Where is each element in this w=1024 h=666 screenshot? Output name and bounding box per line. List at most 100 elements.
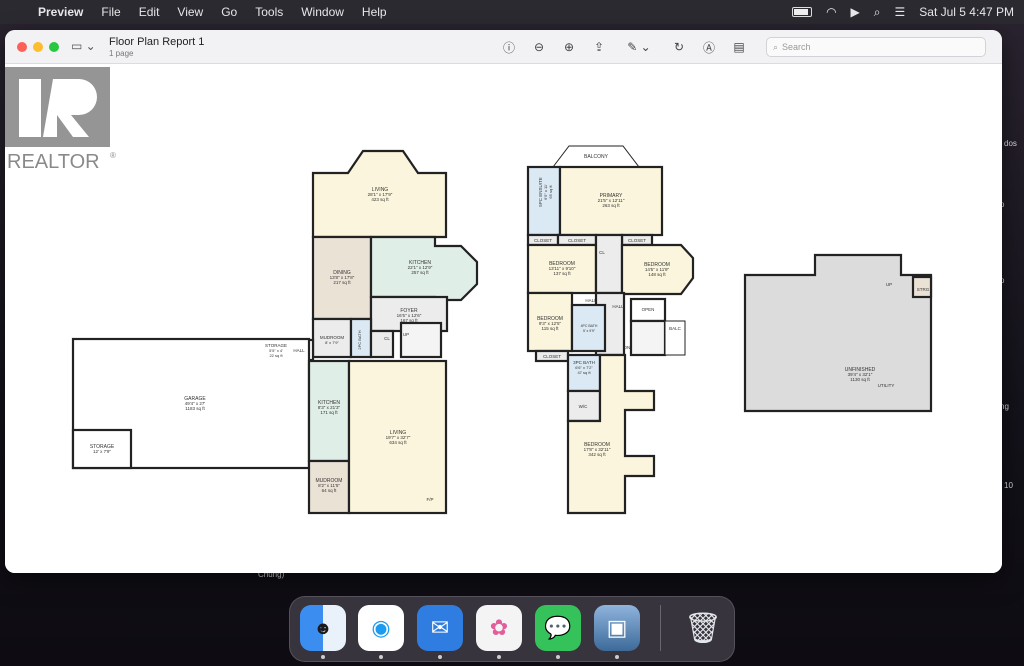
menu-preview[interactable]: Preview [38, 5, 83, 19]
room-label: 47 sq ft [577, 370, 591, 375]
markup-pen-icon[interactable]: ✎ ⌄ [619, 37, 659, 57]
minimize-button[interactable] [33, 42, 43, 52]
spotlight-icon[interactable]: ⌕ [874, 5, 881, 20]
room-label: 263 sq ft [602, 203, 620, 208]
menu-bar: Preview File Edit View Go Tools Window H… [0, 0, 1024, 24]
trash-icon[interactable]: 🗑 [680, 605, 726, 651]
room-label: UP [886, 282, 892, 287]
document-canvas[interactable]: LIVING 28'1" x 17'9" 423 sq ft DINING 13'8" … [5, 64, 1002, 573]
room-unfinished [743, 253, 933, 413]
form-fill-icon[interactable]: ▤ [729, 37, 749, 57]
zoom-out-icon[interactable]: ⊖ [529, 37, 549, 57]
room-label: UTILITY [878, 383, 895, 388]
room-closet-main [369, 329, 395, 359]
zoom-button[interactable] [49, 42, 59, 52]
share-icon[interactable]: ⇪ [589, 37, 609, 57]
room-label: 634 sq ft [389, 440, 407, 445]
menu-file[interactable]: File [101, 5, 120, 19]
running-indicator [438, 655, 442, 659]
room-label: 8' x 7'9" [325, 340, 339, 345]
room-label: UP [403, 332, 409, 337]
menu-view[interactable]: View [177, 5, 203, 19]
room-label: HALL [293, 348, 305, 353]
messages-icon[interactable]: 💬 [535, 605, 581, 651]
floor-plan: LIVING28'1" x 17'9"423 sq ftDINING13'8" … [71, 145, 933, 515]
room-label: HALL [612, 304, 624, 309]
room-label: HALL [585, 298, 597, 303]
preview-icon[interactable]: ▣ [594, 605, 640, 651]
info-icon[interactable]: ⓘ [499, 37, 519, 57]
room-label: 423 sq ft [371, 197, 389, 202]
battery-icon[interactable] [792, 7, 813, 17]
document-title: Floor Plan Report 1 [109, 36, 205, 48]
room-label: W/C [579, 404, 588, 409]
running-indicator [321, 655, 325, 659]
rotate-icon[interactable]: ↻ [669, 37, 689, 57]
background-text: 10 [1004, 481, 1013, 490]
room-label: 171 sq ft [320, 410, 338, 415]
finder-icon[interactable]: ☻ [300, 605, 346, 651]
room-cl-upper [594, 233, 624, 295]
room-label: 65 sq ft [548, 185, 553, 199]
room-stairs-upper [629, 319, 667, 357]
menu-help[interactable]: Help [362, 5, 387, 19]
preview-window: ▭ ⌄ Floor Plan Report 1 1 page ⓘ ⊖ ⊕ ⇪ ✎… [5, 30, 1002, 573]
svg-text:REALTOR: REALTOR [7, 151, 100, 173]
background-text: dos [1004, 139, 1017, 148]
control-center-icon[interactable]: ☰ [895, 5, 906, 19]
room-label: 12' x 7'9" [93, 449, 111, 454]
room-label: 115 sq ft [542, 326, 560, 331]
clock[interactable]: Sat Jul 5 4:47 PM [919, 5, 1014, 19]
room-label: CLOSET [628, 238, 646, 243]
room-label: 137 sq ft [553, 271, 571, 276]
sidebar-toggle-icon[interactable]: ▭ ⌄ [71, 39, 96, 53]
menu-tools[interactable]: Tools [255, 5, 283, 19]
markup-icon[interactable]: Ⓐ [699, 37, 719, 57]
room-label: 5' x 9'9" [583, 329, 596, 333]
wifi-icon[interactable]: ◠ [826, 5, 836, 19]
menu-go[interactable]: Go [221, 5, 237, 19]
room-label: 64 sq ft [322, 488, 338, 493]
zoom-in-icon[interactable]: ⊕ [559, 37, 579, 57]
room-label: STRG [917, 287, 930, 292]
dock-divider [660, 605, 661, 651]
photos-icon[interactable]: ✿ [476, 605, 522, 651]
room-label: BALCONY [584, 154, 609, 160]
svg-text:®: ® [110, 151, 116, 160]
search-icon: ⌕ [773, 41, 779, 52]
room-label: CL [599, 250, 605, 255]
search-placeholder: Search [782, 42, 811, 52]
now-playing-icon[interactable]: ▶ [851, 5, 860, 19]
room-label: 167 sq ft [400, 318, 418, 323]
room-label: CL [384, 336, 390, 341]
room-label: 4PC BATH [581, 324, 598, 328]
running-indicator [497, 655, 501, 659]
room-label: CLOSET [568, 238, 586, 243]
search-field[interactable]: ⌕ Search [766, 37, 986, 57]
room-label: CLOSET [543, 354, 561, 359]
room-label: 217 sq ft [333, 280, 351, 285]
mail-icon[interactable]: ✉ [417, 605, 463, 651]
menu-window[interactable]: Window [301, 5, 344, 19]
room-stairs-main [399, 321, 443, 359]
safari-icon[interactable]: ◉ [358, 605, 404, 651]
room-label: 2PC BATH [357, 330, 362, 349]
desktop: Preview File Edit View Go Tools Window H… [0, 0, 1024, 666]
room-label: 1183 sq ft [185, 406, 205, 411]
menu-edit[interactable]: Edit [139, 5, 160, 19]
running-indicator [615, 655, 619, 659]
running-indicator [379, 655, 383, 659]
room-label: BALC [669, 326, 682, 331]
room-label: OPEN [642, 307, 655, 312]
room-label: 342 sq ft [588, 452, 606, 457]
close-button[interactable] [17, 42, 27, 52]
title-bar: ▭ ⌄ Floor Plan Report 1 1 page ⓘ ⊖ ⊕ ⇪ ✎… [5, 30, 1002, 64]
room-5pc-ensuite [526, 165, 562, 237]
document-page-count: 1 page [109, 49, 134, 58]
realtor-logo: REALTOR ® [5, 67, 116, 173]
room-label: 1130 sq ft [850, 377, 870, 382]
room-label: DN [624, 345, 631, 350]
running-indicator [556, 655, 560, 659]
room-4pc-bath [570, 303, 607, 353]
room-label: F/P [426, 497, 433, 502]
